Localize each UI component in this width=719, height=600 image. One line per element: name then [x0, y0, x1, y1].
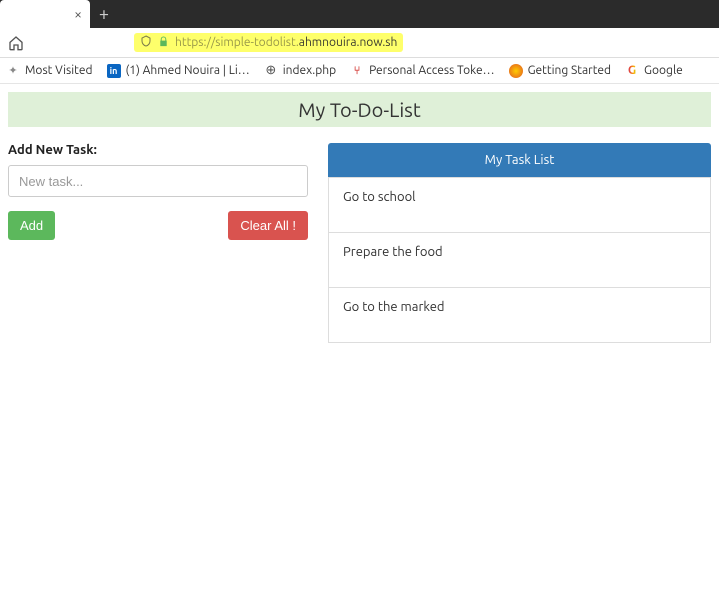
add-task-heading: Add New Task: — [8, 143, 308, 157]
bookmark-label: Google — [644, 64, 683, 77]
bookmark-item[interactable]: Most Visited — [6, 64, 93, 78]
bookmark-item[interactable]: G Google — [625, 64, 683, 78]
bookmark-label: (1) Ahmed Nouira | Li… — [126, 64, 250, 77]
url-bar[interactable]: https://simple-todolist.ahmnouira.now.sh — [134, 33, 403, 52]
page-content: My To-Do-List Add New Task: Add Clear Al… — [0, 92, 719, 343]
browser-tab[interactable]: × — [0, 0, 90, 28]
add-button[interactable]: Add — [8, 211, 55, 240]
clear-all-button[interactable]: Clear All ! — [228, 211, 308, 240]
git-icon — [350, 64, 364, 78]
bookmark-label: Personal Access Toke… — [369, 64, 494, 77]
bookmark-label: Getting Started — [528, 64, 611, 77]
bookmark-label: Most Visited — [25, 64, 93, 77]
task-list: Go to schoolPrepare the foodGo to the ma… — [328, 177, 711, 343]
bookmark-item[interactable]: in (1) Ahmed Nouira | Li… — [107, 64, 250, 78]
task-item[interactable]: Go to the marked — [328, 288, 711, 343]
new-tab-button[interactable]: + — [90, 0, 118, 28]
tab-strip: × + — [0, 0, 719, 28]
task-list-title: My Task List — [328, 143, 711, 177]
bookmark-item[interactable]: Getting Started — [509, 64, 611, 78]
page-title: My To-Do-List — [8, 92, 711, 127]
browser-toolbar: https://simple-todolist.ahmnouira.now.sh — [0, 28, 719, 58]
task-list-panel: My Task List Go to schoolPrepare the foo… — [328, 143, 711, 343]
home-icon — [8, 35, 24, 51]
bookmark-item[interactable]: Personal Access Toke… — [350, 64, 494, 78]
bookmarks-bar: Most Visited in (1) Ahmed Nouira | Li… inde… — [0, 58, 719, 84]
new-task-input[interactable] — [8, 165, 308, 197]
task-item[interactable]: Go to school — [328, 177, 711, 233]
close-tab-icon[interactable]: × — [74, 6, 82, 22]
in-icon: in — [107, 64, 121, 78]
home-button[interactable] — [6, 33, 26, 53]
url-text: https://simple-todolist.ahmnouira.now.sh — [175, 36, 397, 49]
globe-icon — [264, 64, 278, 78]
bookmark-item[interactable]: index.php — [264, 64, 336, 78]
bookmark-label: index.php — [283, 64, 336, 77]
lock-icon — [158, 36, 169, 50]
add-task-panel: Add New Task: Add Clear All ! — [8, 143, 308, 240]
g-icon: G — [625, 64, 639, 78]
shield-icon — [140, 35, 152, 50]
star-icon — [6, 64, 20, 78]
ff-icon — [509, 64, 523, 78]
task-item[interactable]: Prepare the food — [328, 233, 711, 288]
